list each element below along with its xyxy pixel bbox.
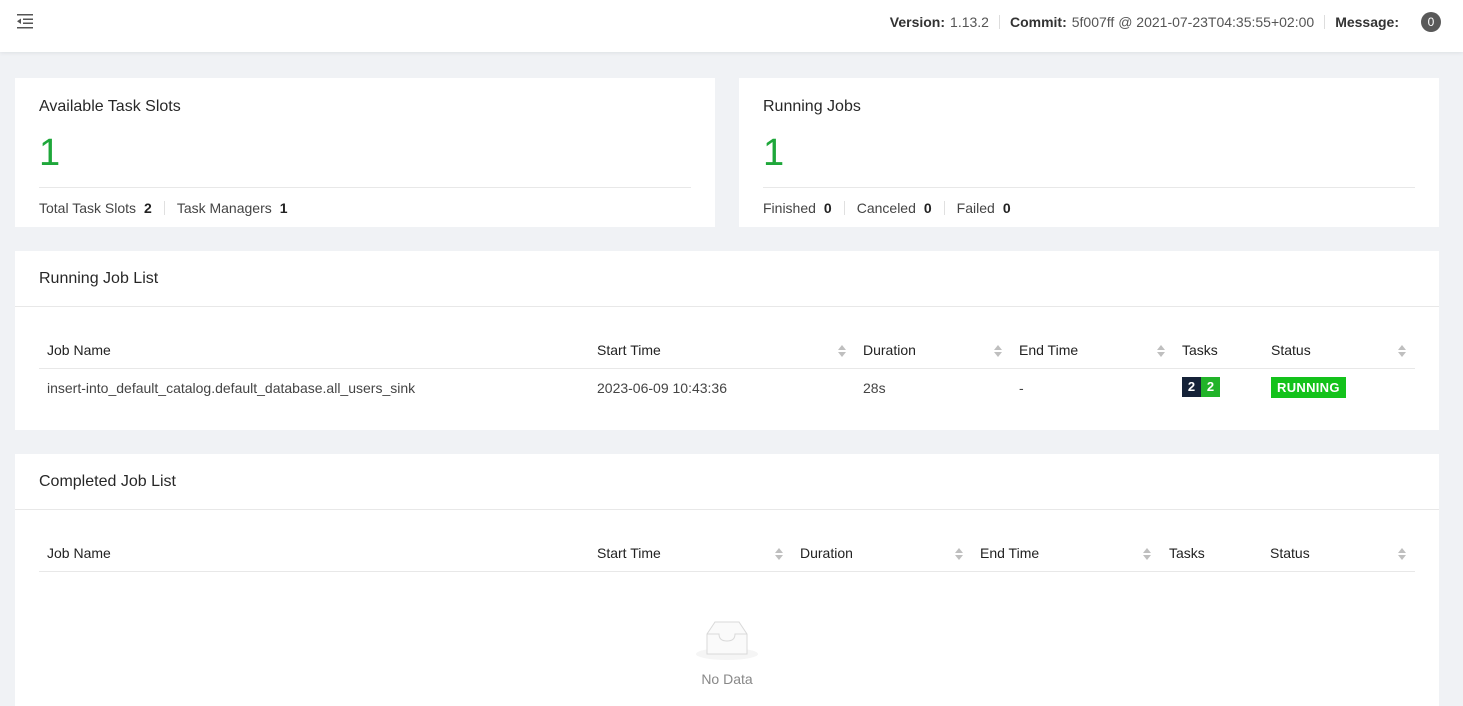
running-job-list-header: Running Job List [15, 251, 1439, 307]
duration-cell: 28s [863, 380, 886, 396]
col-status[interactable]: Status [1270, 545, 1310, 561]
card-divider [763, 187, 1415, 188]
canceled-label: Canceled [856, 200, 916, 216]
version-label: Version: [889, 14, 946, 30]
completed-job-list-title: Completed Job List [39, 473, 176, 490]
menu-fold-icon[interactable] [16, 12, 34, 30]
col-duration[interactable]: Duration [863, 342, 916, 358]
failed-label: Failed [956, 200, 995, 216]
table-header-divider [39, 571, 1415, 572]
stat-divider [843, 201, 845, 215]
running-job-list-title: Running Job List [39, 270, 159, 287]
task-count-badge-running: 2 [1201, 377, 1220, 397]
col-job-name: Job Name [47, 545, 111, 561]
running-jobs-stats: Finished 0 Canceled 0 Failed 0 [763, 200, 1011, 216]
total-task-slots-value: 2 [144, 200, 152, 216]
total-task-slots-label: Total Task Slots [39, 200, 137, 216]
empty-inbox-icon [695, 618, 759, 665]
task-slots-card: Available Task Slots 1 Total Task Slots … [15, 78, 715, 227]
empty-state-text: No Data [701, 671, 753, 687]
sort-duration-icon[interactable] [994, 344, 1002, 358]
col-status[interactable]: Status [1271, 342, 1311, 358]
message-info[interactable]: Message: 0 [1335, 12, 1441, 32]
stat-divider [163, 201, 165, 215]
sort-duration-icon[interactable] [955, 547, 963, 561]
task-managers-label: Task Managers [176, 200, 272, 216]
task-slots-stats: Total Task Slots 2 Task Managers 1 [39, 200, 288, 216]
message-label: Message: [1335, 14, 1399, 30]
status-badge: RUNNING [1271, 377, 1346, 398]
job-name-cell[interactable]: insert-into_default_catalog.default_data… [47, 380, 415, 396]
sort-end-time-icon[interactable] [1157, 344, 1165, 358]
sort-start-time-icon[interactable] [838, 344, 846, 358]
finished-value: 0 [823, 200, 832, 216]
message-count-badge[interactable]: 0 [1421, 12, 1441, 32]
finished-label: Finished [763, 200, 816, 216]
col-start-time[interactable]: Start Time [597, 342, 661, 358]
sort-end-time-icon[interactable] [1143, 547, 1151, 561]
running-jobs-value: 1 [763, 132, 785, 174]
col-job-name: Job Name [47, 342, 111, 358]
failed-value: 0 [1002, 200, 1011, 216]
version-value: 1.13.2 [950, 14, 989, 30]
top-header: Version: 1.13.2 Commit: 5f007ff @ 2021-0… [0, 0, 1463, 52]
available-task-slots-value: 1 [39, 132, 61, 174]
task-managers-value: 1 [279, 200, 288, 216]
completed-job-list-header: Completed Job List [15, 454, 1439, 510]
running-job-list-card: Running Job List Job Name Start Time Dur… [15, 251, 1439, 430]
version-info: Version: 1.13.2 [890, 14, 989, 30]
task-slots-title: Available Task Slots [39, 98, 181, 115]
table-header-divider [39, 368, 1415, 369]
tasks-cell: 2 2 [1182, 377, 1220, 397]
col-tasks: Tasks [1182, 342, 1218, 358]
sort-start-time-icon[interactable] [775, 547, 783, 561]
completed-job-list-card: Completed Job List Job Name Start Time D… [15, 454, 1439, 706]
commit-label: Commit: [1009, 14, 1067, 30]
canceled-value: 0 [923, 200, 932, 216]
col-end-time[interactable]: End Time [1019, 342, 1078, 358]
col-start-time[interactable]: Start Time [597, 545, 661, 561]
col-tasks: Tasks [1169, 545, 1205, 561]
header-info: Version: 1.13.2 Commit: 5f007ff @ 2021-0… [890, 0, 1441, 44]
stat-divider [943, 201, 945, 215]
start-time-cell: 2023-06-09 10:43:36 [597, 380, 727, 396]
commit-value: 5f007ff @ 2021-07-23T04:35:55+02:00 [1071, 14, 1315, 30]
card-divider [39, 187, 691, 188]
sort-status-icon[interactable] [1398, 344, 1406, 358]
col-end-time[interactable]: End Time [980, 545, 1039, 561]
running-jobs-card: Running Jobs 1 Finished 0 Canceled 0 Fai… [739, 78, 1439, 227]
header-divider [1324, 15, 1326, 29]
commit-info: Commit: 5f007ff @ 2021-07-23T04:35:55+02… [1010, 14, 1314, 30]
sort-status-icon[interactable] [1398, 547, 1406, 561]
task-count-badge-total: 2 [1182, 377, 1201, 397]
col-duration[interactable]: Duration [800, 545, 853, 561]
header-divider [998, 15, 1000, 29]
running-jobs-title: Running Jobs [763, 98, 861, 115]
end-time-cell: - [1019, 380, 1024, 396]
